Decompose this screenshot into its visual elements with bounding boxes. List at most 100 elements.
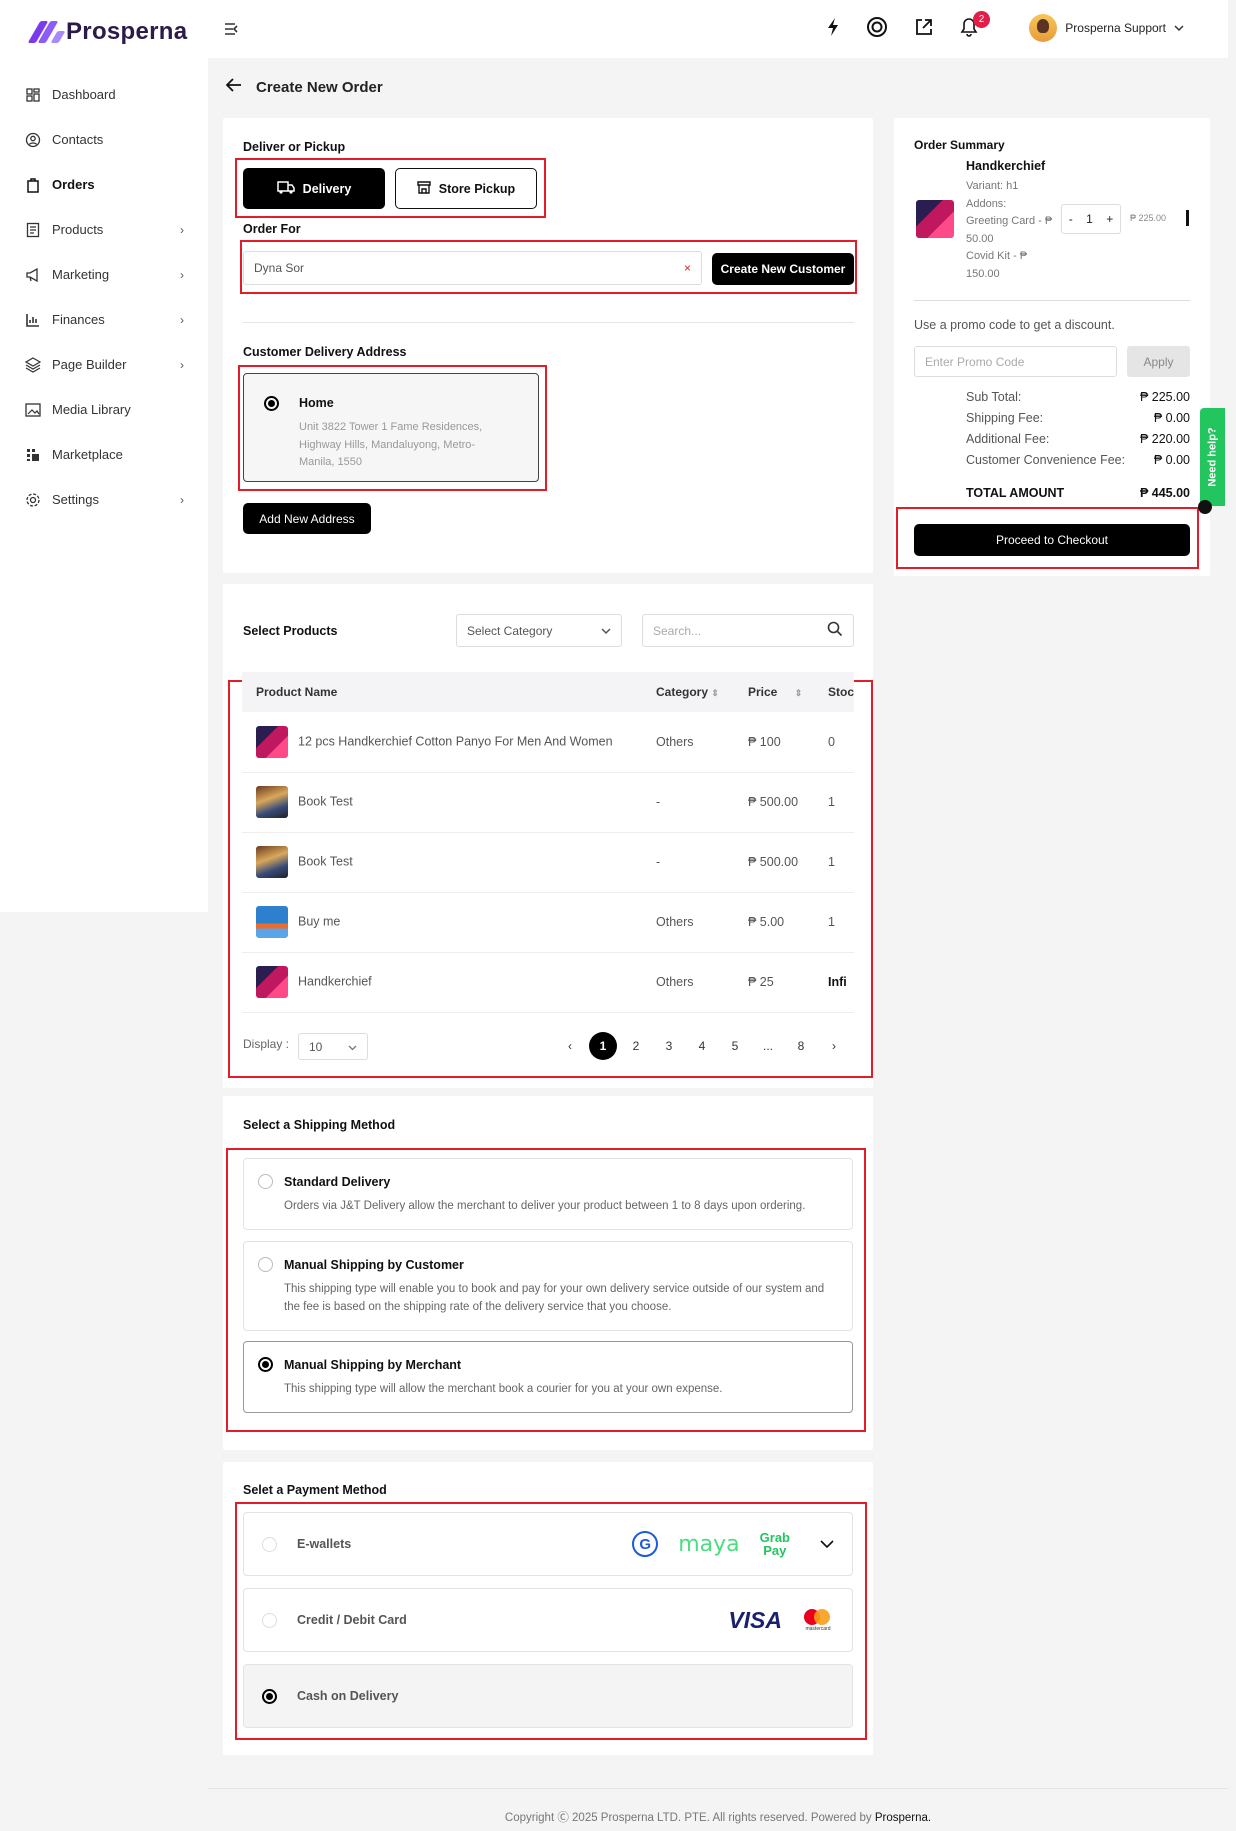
create-customer-button[interactable]: Create New Customer [712,253,854,285]
address-name: Home [299,396,334,410]
sidebar-item-marketplace[interactable]: Marketplace [24,432,184,477]
clear-icon[interactable]: × [684,261,691,275]
delivery-button[interactable]: Delivery [243,168,385,209]
payment-radio[interactable] [262,1612,277,1628]
chevron-right-icon: › [180,357,184,372]
footer-brand-link[interactable]: Prosperna. [875,1812,931,1824]
shipping-radio[interactable] [258,1357,273,1372]
payment-label: Cash on Delivery [297,1689,399,1703]
table-row[interactable]: Handkerchief Others ₱ 25 Infi [242,952,854,1013]
address-radio[interactable] [264,396,279,411]
total-label: TOTAL AMOUNT [966,486,1065,500]
display-select[interactable]: 10 [298,1033,368,1060]
item-addon: Covid Kit - ₱ 150.00 [966,250,1028,280]
sidebar-item-orders[interactable]: Orders [24,162,184,207]
product-category: - [642,772,734,833]
apply-promo-button[interactable]: Apply [1127,346,1190,377]
prev-page-button[interactable]: ‹ [556,1032,584,1060]
sidebar-item-media-library[interactable]: Media Library [24,387,184,432]
col-stock[interactable]: Stoc [814,672,854,712]
product-price: ₱ 100 [734,712,814,773]
sidebar-item-products[interactable]: Products › [24,207,184,252]
shipping-option[interactable]: Standard Delivery Orders via J&T Delivery… [243,1158,853,1230]
collapse-menu-icon[interactable] [224,22,240,39]
qty-value[interactable]: 1 [1086,212,1093,226]
lightning-icon[interactable] [826,17,840,40]
target-icon[interactable] [866,16,888,41]
visa-logo-icon: VISA [728,1606,782,1633]
chevron-down-icon[interactable] [820,1537,834,1552]
product-stock: 0 [814,712,854,773]
chat-icon[interactable] [1198,500,1212,514]
qty-plus-button[interactable]: + [1106,212,1113,226]
more-options-icon[interactable] [1186,210,1189,226]
search-icon[interactable] [827,621,843,640]
proceed-checkout-button[interactable]: Proceed to Checkout [914,524,1190,556]
product-thumbnail [256,725,288,758]
sidebar-item-label: Settings [52,492,99,507]
shipping-option[interactable]: Manual Shipping by Merchant This shipping… [243,1341,853,1413]
user-name: Prosperna Support [1065,21,1166,35]
product-category: - [642,832,734,893]
user-menu[interactable]: Prosperna Support [1029,14,1184,42]
sidebar-item-page-builder[interactable]: Page Builder › [24,342,184,387]
quantity-stepper[interactable]: - 1 + [1061,204,1121,234]
promo-hint: Use a promo code to get a discount. [914,318,1115,332]
promo-code-input[interactable]: Enter Promo Code [914,346,1117,377]
category-select[interactable]: Select Category [456,614,622,647]
back-arrow-icon[interactable] [225,78,242,96]
summary-row-label: Customer Convenience Fee: [966,453,1126,467]
payment-option-cod[interactable]: Cash on Delivery [243,1664,853,1728]
footer: Copyright Ⓒ 2025 Prosperna LTD. PTE. All… [208,1788,1228,1831]
payment-option-card[interactable]: Credit / Debit Card VISA mastercard [243,1588,853,1652]
table-row[interactable]: Buy me Others ₱ 5.00 1 [242,892,854,953]
shipping-radio[interactable] [258,1174,273,1189]
chevron-right-icon: › [180,492,184,507]
shipping-option[interactable]: Manual Shipping by Customer This shipping… [243,1241,853,1331]
summary-title: Order Summary [914,138,1005,152]
notification-bell-icon[interactable]: 2 [960,11,990,40]
payment-option-ewallets[interactable]: E-wallets G maya Grab Pay [243,1512,853,1576]
table-row[interactable]: Book Test - ₱ 500.00 1 [242,772,854,833]
store-pickup-button[interactable]: Store Pickup [395,168,537,209]
product-stock: 1 [814,832,854,893]
page-button[interactable]: 5 [721,1032,749,1060]
col-price[interactable]: Price ⇕ [734,672,814,712]
product-name-cell: Book Test [242,832,642,893]
sort-icon[interactable]: ⇕ [711,688,719,698]
address-option-home[interactable]: Home Unit 3822 Tower 1 Fame Residences, … [243,373,539,482]
payment-radio[interactable] [262,1688,277,1704]
add-address-button[interactable]: Add New Address [243,503,371,534]
sidebar-item-finances[interactable]: Finances › [24,297,184,342]
page-button[interactable]: 3 [655,1032,683,1060]
page-button[interactable]: 8 [787,1032,815,1060]
customer-input[interactable]: Dyna Sor × [243,251,702,285]
sidebar-nav: Dashboard Contacts Orders Products › Marketin… [24,72,184,522]
col-product-name[interactable]: Product Name [242,672,642,712]
sidebar-item-contacts[interactable]: Contacts [24,117,184,162]
sort-icon[interactable]: ⇕ [795,688,803,698]
table-row[interactable]: 12 pcs Handkerchief Cotton Panyo For Men… [242,712,854,773]
next-page-button[interactable]: › [820,1032,848,1060]
product-search-input[interactable]: Search... [642,614,854,647]
shipping-radio[interactable] [258,1257,273,1272]
shipping-option-desc: This shipping type will enable you to bo… [284,1283,825,1313]
display-value: 10 [309,1039,323,1054]
payment-radio[interactable] [262,1536,277,1552]
qty-minus-button[interactable]: - [1069,212,1073,226]
col-category[interactable]: Category ⇕ [642,672,734,712]
need-help-tab[interactable]: Need help? [1200,408,1225,506]
chevron-right-icon: › [180,267,184,282]
external-link-icon[interactable] [914,17,934,40]
page-button[interactable]: 2 [622,1032,650,1060]
table-row[interactable]: Book Test - ₱ 500.00 1 [242,832,854,893]
sidebar-item-marketing[interactable]: Marketing › [24,252,184,297]
summary-row-label: Sub Total: [966,390,1022,404]
sidebar-item-settings[interactable]: Settings › [24,477,184,522]
sidebar-item-dashboard[interactable]: Dashboard [24,72,184,117]
page-button[interactable]: ... [754,1032,782,1060]
page-button[interactable]: 4 [688,1032,716,1060]
contacts-icon [24,131,42,149]
brand-logo[interactable]: Prosperna [27,18,187,46]
page-button[interactable]: 1 [589,1032,617,1060]
